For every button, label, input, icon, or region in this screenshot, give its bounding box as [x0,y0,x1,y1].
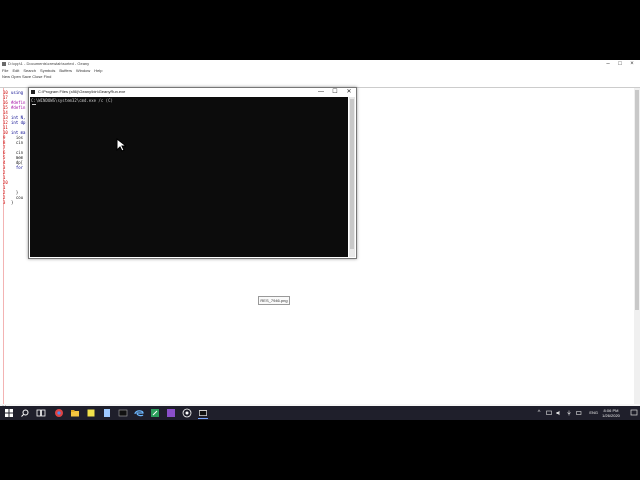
editor-title-bar: D:\cpp\1 - Documents\crewlab\sorted - Ge… [0,60,640,68]
clock-date: 1/26/2020 [602,413,620,418]
usb-icon[interactable] [566,410,572,416]
taskbar-clock[interactable]: 8:06 PM 1/26/2020 [600,408,622,418]
search-icon[interactable] [20,408,30,418]
menu-item[interactable]: Search [23,68,36,73]
menu-item[interactable]: File [2,68,8,73]
task-view-icon[interactable] [36,408,46,418]
menu-item[interactable]: Edit [12,68,19,73]
mouse-pointer-icon [116,138,126,152]
text-cursor [32,104,36,105]
toolbar-buttons[interactable]: New Open Save Close Find [2,74,51,79]
volume-icon[interactable] [556,410,562,416]
line-number: 3 [3,200,6,205]
console-title-bar[interactable]: C:\Program Files (x86)\Geany\bin\GeanyRu… [29,88,356,96]
console-minimize-button[interactable]: — [314,88,328,96]
obs-recorder-icon[interactable] [182,408,192,418]
code-text: for [11,165,24,170]
taskbar: ^ ENG 8:06 PM 1/26/2020 [0,406,640,420]
desktop-screen: D:\cpp\1 - Documents\crewlab\sorted - Ge… [0,60,640,420]
console-window[interactable]: C:\Program Files (x86)\Geany\bin\GeanyRu… [28,87,357,259]
tray-chevron-icon[interactable]: ^ [536,410,542,416]
visual-studio-icon[interactable] [166,408,176,418]
file-label[interactable]: RES_7946.png [258,296,290,305]
network-icon[interactable] [546,410,552,416]
console-icon [31,90,35,94]
battery-icon[interactable] [576,410,582,416]
console-window-icon[interactable] [198,408,208,419]
menu-item[interactable]: Window [76,68,90,73]
code-text: #defin [11,105,26,110]
console-scrollbar[interactable] [349,97,355,257]
editor-title: D:\cpp\1 - Documents\crewlab\sorted - Ge… [8,61,90,66]
notifications-icon[interactable] [630,409,638,417]
console-title: C:\Program Files (x86)\Geany\bin\GeanyRu… [38,89,126,94]
code-text: int dp [11,120,26,125]
menu-item[interactable]: Help [94,68,102,73]
code-line[interactable]: 3} [3,200,13,205]
menu-item[interactable]: Symbols [40,68,55,73]
code-text: } [11,200,14,205]
start-windows-icon[interactable] [4,408,14,418]
maximize-button[interactable]: □ [614,60,626,68]
console-close-button[interactable]: ✕ [342,88,356,96]
minimize-button[interactable]: – [602,60,614,68]
menu-item[interactable]: Buffers [59,68,72,73]
notepad-icon[interactable] [102,408,112,418]
file-explorer-icon[interactable] [70,408,80,418]
terminal-icon[interactable] [118,408,128,418]
scrollbar-thumb[interactable] [635,90,639,310]
app-icon [2,62,6,66]
console-scrollbar-thumb[interactable] [350,99,354,249]
code-text: using [11,90,24,95]
console-maximize-button[interactable]: ☐ [328,88,342,96]
language-indicator[interactable]: ENG [589,406,598,420]
editor-scrollbar[interactable] [634,88,640,406]
geany-editor-icon[interactable] [150,408,160,418]
code-text: cin [11,140,24,145]
sticky-notes-icon[interactable] [86,408,96,418]
console-output[interactable]: C:\WINDOWS\system32\cmd.exe /c (C) [30,97,348,257]
close-button[interactable]: × [626,60,638,68]
edge-browser-icon[interactable] [134,408,144,418]
console-command-text: C:\WINDOWS\system32\cmd.exe /c (C) [31,98,113,103]
chrome-browser-icon[interactable] [54,408,64,418]
